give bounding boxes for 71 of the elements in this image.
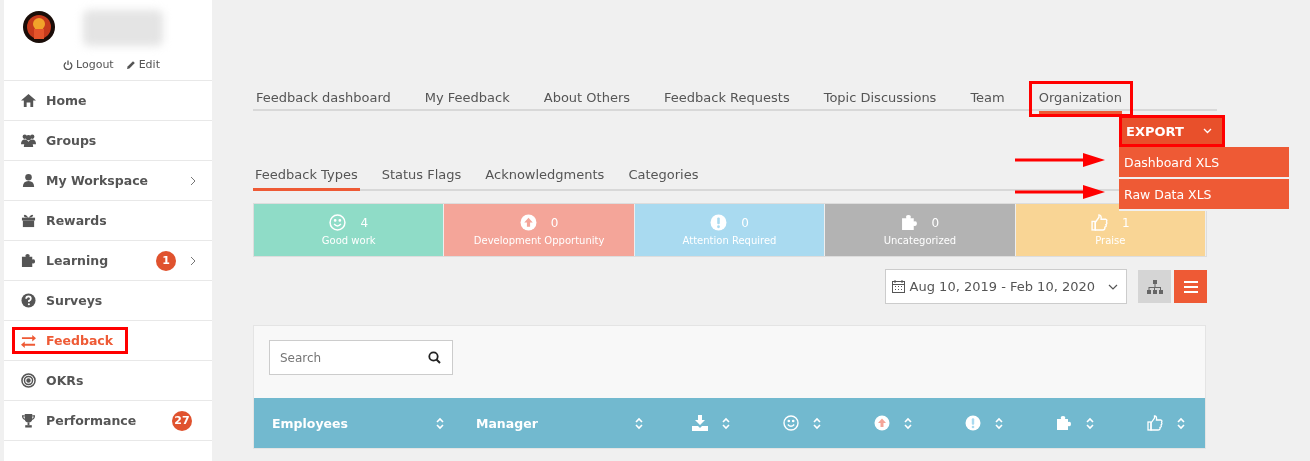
tab[interactable]: Topic Discussions [823, 86, 937, 114]
home-icon [21, 93, 36, 108]
download-icon [692, 415, 708, 431]
puzzle-icon [900, 214, 918, 231]
thumbs-up-icon [1147, 415, 1163, 431]
sidebar-item[interactable]: OKRs [4, 361, 212, 401]
tab[interactable]: Team [970, 86, 1005, 114]
count: 0 [550, 215, 559, 230]
count: 1 [1122, 215, 1130, 230]
sort-icon[interactable] [1086, 416, 1094, 430]
tab[interactable]: Feedback dashboard [256, 86, 391, 114]
people-icon [21, 133, 36, 148]
chevron-down-icon [1108, 283, 1118, 290]
smiley-icon [783, 415, 799, 431]
sidebar-item[interactable]: My Workspace [4, 161, 212, 201]
hierarchy-icon [1146, 279, 1163, 294]
stat-label: Development Opportunity [473, 235, 605, 246]
stat-label: Uncategorized [883, 235, 957, 246]
edit-link[interactable]: Edit [125, 58, 160, 71]
menu-icon [1183, 280, 1198, 293]
calendar-icon [891, 280, 905, 293]
pencil-icon [125, 59, 136, 70]
puzzle-icon [21, 253, 36, 268]
sidebar-item[interactable]: Learning 1 [4, 241, 212, 281]
tab[interactable]: My Feedback [424, 86, 510, 114]
count-badge: 1 [156, 250, 176, 271]
exclamation-icon [965, 415, 981, 431]
sort-icon[interactable] [436, 416, 444, 430]
tab[interactable]: Acknowledgments [483, 163, 607, 191]
target-icon [21, 373, 36, 388]
gift-icon [21, 213, 36, 228]
tab[interactable]: About Others [543, 86, 631, 114]
tab[interactable]: Feedback Requests [664, 86, 790, 114]
org-chart-view-button[interactable] [1138, 270, 1171, 303]
tab[interactable]: Categories [626, 163, 701, 191]
list-view-button[interactable] [1174, 270, 1207, 303]
sort-icon[interactable] [722, 416, 730, 430]
logout-link[interactable]: Logout [63, 58, 114, 71]
sidebar-item[interactable]: Groups [4, 121, 212, 161]
question-icon [21, 293, 36, 308]
power-icon [63, 59, 73, 70]
stat-label: Good work [321, 235, 376, 246]
exclamation-icon [710, 214, 728, 231]
sidebar-item[interactable]: Performance 27 [4, 401, 212, 441]
search-field[interactable]: Search [269, 340, 453, 375]
sort-icon[interactable] [813, 416, 821, 430]
date-range-picker[interactable]: Aug 10, 2019 - Feb 10, 2020 [884, 269, 1127, 304]
puzzle-icon [1056, 415, 1072, 431]
smiley-icon [329, 214, 347, 231]
search-icon[interactable] [428, 351, 441, 364]
tab[interactable]: Status Flags [379, 163, 464, 191]
stat-label: Praise [1095, 235, 1126, 246]
person-icon [21, 173, 36, 188]
sidebar-item[interactable]: Surveys [4, 281, 212, 321]
count-badge: 27 [172, 410, 192, 431]
sort-icon[interactable] [635, 416, 643, 430]
count: 0 [931, 215, 940, 230]
stat-label: Attention Required [682, 235, 777, 246]
tab[interactable]: Feedback Types [253, 163, 360, 191]
sidebar-item[interactable]: Home [4, 81, 212, 121]
sidebar-item[interactable]: Rewards [4, 201, 212, 241]
sort-icon[interactable] [1177, 416, 1185, 430]
count: 0 [741, 215, 749, 230]
count: 4 [360, 215, 368, 230]
arrows-icon [21, 333, 36, 348]
avatar [23, 11, 55, 43]
sort-icon[interactable] [904, 416, 912, 430]
trophy-icon [21, 413, 36, 428]
thumbs-up-icon [1091, 214, 1108, 231]
sort-icon[interactable] [995, 416, 1003, 430]
export-button[interactable]: EXPORT [1122, 118, 1222, 144]
